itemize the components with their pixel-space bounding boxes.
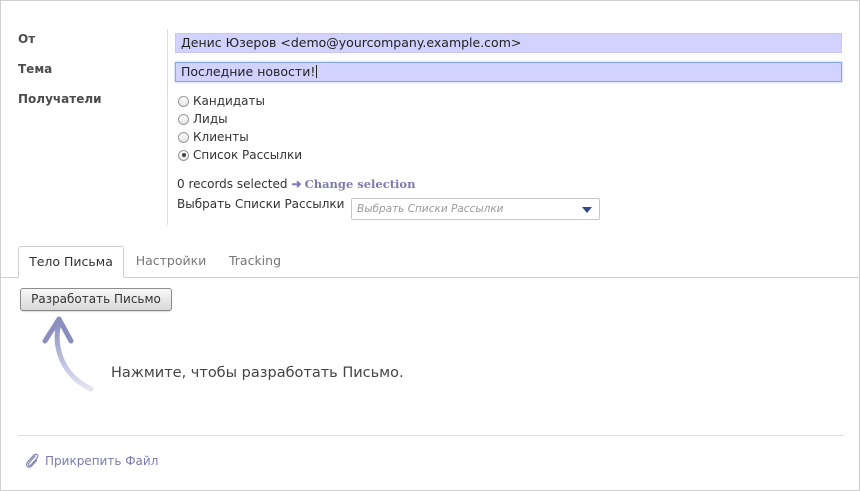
form-divider <box>167 29 168 225</box>
radio-button[interactable] <box>178 113 189 125</box>
recipient-option-candidates[interactable]: Кандидаты <box>178 93 265 109</box>
tab-settings[interactable]: Настройки <box>130 246 212 278</box>
mailing-lists-select[interactable]: Выбрать Списки Рассылки <box>351 198 600 220</box>
tab-tracking[interactable]: Tracking <box>219 246 291 278</box>
subject-value: Последние новости! <box>181 64 316 79</box>
from-label: От <box>18 32 36 46</box>
design-hint-text: Нажмите, чтобы разработать Письмо. <box>111 365 404 381</box>
design-email-button[interactable]: Разработать Письмо <box>20 288 172 311</box>
subject-field[interactable]: Последние новости! <box>175 62 842 82</box>
text-caret <box>316 65 318 78</box>
subject-label: Тема <box>18 62 53 76</box>
attach-file-label: Прикрепить Файл <box>45 454 159 468</box>
selection-summary: 0 records selected ➜ Change selection <box>177 177 415 191</box>
recipient-option-mailing-list[interactable]: Список Рассылки <box>178 147 302 163</box>
recipient-option-label: Кандидаты <box>193 94 265 108</box>
recipient-option-label: Список Рассылки <box>193 148 303 162</box>
chevron-down-icon[interactable] <box>582 207 592 213</box>
radio-button-selected[interactable] <box>178 149 189 161</box>
from-value: Денис Юзеров <demo@yourcompany.example.c… <box>181 35 522 50</box>
records-selected-text: 0 records selected <box>177 177 288 191</box>
attach-file-link[interactable]: Прикрепить Файл <box>24 452 158 470</box>
mailing-lists-label: Выбрать Списки Рассылки <box>177 197 345 211</box>
recipient-option-label: Клиенты <box>193 130 249 144</box>
recipient-option-customers[interactable]: Клиенты <box>178 129 249 145</box>
change-selection-link[interactable]: ➜ Change selection <box>292 177 416 191</box>
recipient-option-label: Лиды <box>193 112 228 126</box>
recipient-option-leads[interactable]: Лиды <box>178 111 228 127</box>
radio-button[interactable] <box>178 131 189 143</box>
mailing-form: От Тема Получатели Денис Юзеров <demo@yo… <box>0 0 860 491</box>
curved-up-arrow-icon <box>42 316 94 392</box>
radio-button[interactable] <box>178 95 189 107</box>
section-divider <box>18 435 844 436</box>
from-field[interactable]: Денис Юзеров <demo@yourcompany.example.c… <box>175 33 842 53</box>
recipients-label: Получатели <box>18 92 102 106</box>
change-selection-label: Change selection <box>304 177 416 191</box>
paperclip-icon <box>25 453 39 468</box>
right-arrow-icon: ➜ <box>291 177 302 191</box>
mailing-lists-placeholder: Выбрать Списки Рассылки <box>357 203 504 215</box>
tab-email-body[interactable]: Тело Письма <box>18 246 124 278</box>
